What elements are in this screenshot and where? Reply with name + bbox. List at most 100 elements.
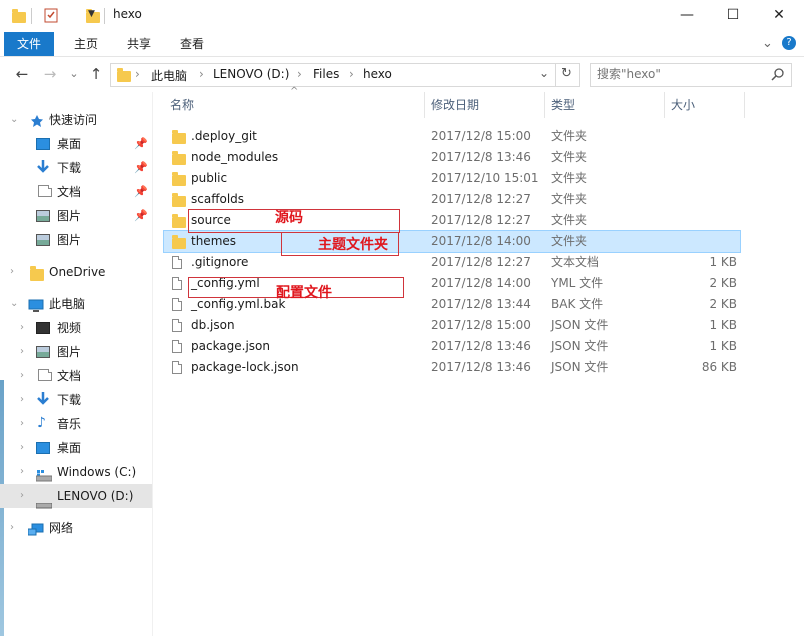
search-input[interactable] [597, 66, 757, 82]
nav-label: 此电脑 [49, 297, 86, 311]
separator: › [199, 67, 204, 81]
breadcrumb-this-pc[interactable]: 此电脑 [151, 67, 187, 84]
divider [555, 64, 556, 86]
column-header-size[interactable]: 大小 [671, 92, 695, 118]
window-title: hexo [113, 7, 142, 21]
file-row-selected[interactable]: themes 2017/12/8 14:00 文件夹 [163, 230, 741, 253]
folder-icon [172, 235, 186, 249]
file-size: 1 KB [709, 255, 737, 269]
nav-item-pc-pictures[interactable]: › 图片 [0, 340, 152, 364]
up-button[interactable]: ↑ [86, 64, 106, 84]
chevron-right-icon[interactable]: › [20, 460, 24, 484]
chevron-right-icon[interactable]: › [20, 388, 24, 412]
folder-icon [172, 193, 186, 207]
file-row[interactable]: public 2017/12/10 15:01 文件夹 [164, 168, 740, 189]
nav-item-pc-documents[interactable]: › 文档 [0, 364, 152, 388]
chevron-down-icon[interactable]: ⌄ [10, 292, 18, 316]
nav-quick-access[interactable]: ⌄ 快速访问 [0, 108, 152, 132]
file-date: 2017/12/8 13:44 [431, 297, 531, 311]
chevron-right-icon[interactable]: › [20, 484, 24, 508]
search-box[interactable] [590, 63, 792, 87]
annotation-themes: 主题文件夹 [318, 237, 388, 253]
nav-item-drive-c[interactable]: › Windows (C:) [0, 460, 152, 484]
tab-share[interactable]: 共享 [114, 32, 164, 56]
file-type: 文件夹 [551, 192, 588, 206]
file-row[interactable]: package.json 2017/12/8 13:46 JSON 文件 1 K… [164, 336, 740, 357]
properties-icon[interactable] [44, 7, 58, 23]
column-divider[interactable] [544, 92, 545, 118]
column-divider[interactable] [744, 92, 745, 118]
nav-item-downloads[interactable]: 下载 📌 [0, 156, 152, 180]
pin-icon[interactable]: 📌 [134, 180, 148, 204]
file-size: 86 KB [701, 360, 737, 374]
tab-file[interactable]: 文件 [4, 32, 54, 56]
minimize-button[interactable]: — [664, 0, 710, 30]
file-size: 1 KB [709, 318, 737, 332]
nav-item-desktop[interactable]: 桌面 📌 [0, 132, 152, 156]
column-divider[interactable] [664, 92, 665, 118]
nav-item-pictures[interactable]: 图片 📌 [0, 204, 152, 228]
file-type: 文件夹 [551, 234, 588, 248]
nav-item-pictures-2[interactable]: 图片 [0, 228, 152, 252]
maximize-button[interactable]: ☐ [710, 0, 756, 30]
file-date: 2017/12/8 12:27 [431, 192, 531, 206]
file-row[interactable]: node_modules 2017/12/8 13:46 文件夹 [164, 147, 740, 168]
nav-network[interactable]: › 网络 [0, 516, 152, 540]
chevron-right-icon[interactable]: › [20, 316, 24, 340]
nav-label: 桌面 [57, 137, 82, 151]
nav-item-videos[interactable]: › 视频 [0, 316, 152, 340]
column-header-type[interactable]: 类型 [551, 92, 575, 118]
chevron-right-icon[interactable]: › [10, 260, 14, 284]
recent-locations-button[interactable]: ⌄ [64, 64, 84, 84]
chevron-down-icon[interactable]: ⌄ [10, 108, 18, 132]
chevron-right-icon[interactable]: › [10, 516, 14, 540]
column-header-name[interactable]: 名称 [170, 92, 194, 118]
file-date: 2017/12/8 12:27 [431, 255, 531, 269]
forward-button[interactable]: → [40, 64, 60, 84]
tab-home[interactable]: 主页 [62, 32, 110, 56]
chevron-right-icon[interactable]: › [20, 364, 24, 388]
nav-item-music[interactable]: › ♪ 音乐 [0, 412, 152, 436]
file-icon [172, 361, 182, 374]
nav-item-pc-desktop[interactable]: › 桌面 [0, 436, 152, 460]
nav-item-pc-downloads[interactable]: › 下载 [0, 388, 152, 412]
annotation-config: 配置文件 [276, 285, 332, 301]
column-divider[interactable] [424, 92, 425, 118]
pin-icon[interactable]: 📌 [134, 156, 148, 180]
address-bar[interactable]: › 此电脑 › LENOVO (D:) › Files › hexo ⌄ ↻ [110, 63, 580, 87]
folder-icon [172, 172, 186, 186]
column-header-date[interactable]: 修改日期 [431, 92, 479, 118]
pin-icon[interactable]: 📌 [134, 204, 148, 228]
file-row[interactable]: package-lock.json 2017/12/8 13:46 JSON 文… [164, 357, 740, 378]
nav-item-drive-d[interactable]: › LENOVO (D:) [0, 484, 152, 509]
folder-icon [172, 214, 186, 228]
breadcrumb-files[interactable]: Files [313, 67, 339, 81]
nav-item-documents[interactable]: 文档 📌 [0, 180, 152, 204]
pin-icon[interactable]: 📌 [134, 132, 148, 156]
nav-onedrive[interactable]: › OneDrive [0, 260, 152, 284]
ribbon-expand-icon[interactable]: ⌄ [762, 36, 773, 51]
chevron-right-icon[interactable]: › [20, 340, 24, 364]
breadcrumb-lenovo-d[interactable]: LENOVO (D:) [213, 67, 289, 81]
desktop-icon [36, 138, 50, 150]
address-dropdown-icon[interactable]: ⌄ [539, 66, 549, 80]
close-button[interactable]: ✕ [756, 0, 802, 30]
nav-this-pc[interactable]: ⌄ 此电脑 [0, 292, 152, 316]
search-icon[interactable] [771, 67, 785, 84]
file-row[interactable]: .gitignore 2017/12/8 12:27 文本文档 1 KB [164, 252, 740, 273]
chevron-right-icon[interactable]: › [20, 436, 24, 460]
chevron-right-icon[interactable]: › [20, 412, 24, 436]
refresh-icon[interactable]: ↻ [561, 66, 572, 81]
tab-view[interactable]: 查看 [168, 32, 216, 56]
back-button[interactable]: ← [12, 64, 32, 84]
file-row[interactable]: .deploy_git 2017/12/8 15:00 文件夹 [164, 126, 740, 147]
divider [0, 56, 804, 57]
file-date: 2017/12/8 15:00 [431, 129, 531, 143]
nav-label: 下载 [57, 393, 82, 407]
star-icon [30, 112, 44, 127]
file-row[interactable]: db.json 2017/12/8 15:00 JSON 文件 1 KB [164, 315, 740, 336]
breadcrumb-hexo[interactable]: hexo [363, 67, 392, 81]
help-icon[interactable]: ? [782, 36, 796, 50]
quick-access-toolbar-dropdown-icon[interactable]: ▼ [88, 9, 95, 19]
file-row[interactable]: scaffolds 2017/12/8 12:27 文件夹 [164, 189, 740, 210]
